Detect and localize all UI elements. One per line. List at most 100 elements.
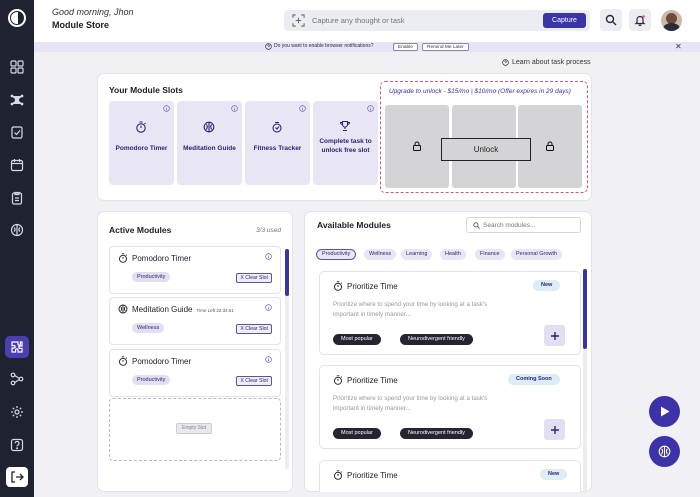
remind-later-button[interactable]: Remind Me Later xyxy=(422,43,469,51)
info-icon[interactable] xyxy=(299,105,306,112)
info-icon[interactable] xyxy=(265,304,272,311)
slot-label: Meditation Guide xyxy=(183,145,236,152)
filter-learning[interactable]: Learning xyxy=(401,249,433,260)
capture-frame-icon xyxy=(292,14,305,27)
module-slot[interactable]: Pomodoro Timer xyxy=(109,101,174,185)
capture-input[interactable] xyxy=(312,14,512,27)
module-store-icon[interactable] xyxy=(5,336,29,358)
trophy-icon xyxy=(339,120,351,132)
category-tag: Productivity xyxy=(132,272,171,282)
active-modules-scrollbar[interactable] xyxy=(285,249,289,469)
slot-label: Fitness Tracker xyxy=(253,145,302,152)
active-modules-card: Active Modules 3/3 used Pomodoro Timer P… xyxy=(97,211,293,492)
help-icon[interactable] xyxy=(9,437,25,453)
search-icon xyxy=(473,222,480,229)
available-modules-card: Available Modules Productivity Wellness … xyxy=(304,211,592,492)
notifications-button[interactable] xyxy=(629,9,651,31)
locked-slot xyxy=(385,105,449,188)
greeting-text: Good morning, Jhon xyxy=(52,7,134,17)
info-icon[interactable] xyxy=(265,356,272,363)
help-circle-icon xyxy=(502,59,509,66)
available-module-item[interactable]: Prioritize Time Coming Soon Prioritize w… xyxy=(319,365,581,449)
calendar-icon[interactable] xyxy=(9,157,25,173)
module-slot[interactable]: Meditation Guide xyxy=(177,101,242,185)
clipboard-icon[interactable] xyxy=(9,190,25,206)
module-search xyxy=(466,217,581,233)
plus-icon xyxy=(550,425,559,434)
info-icon[interactable] xyxy=(265,253,272,260)
assistant-button[interactable] xyxy=(649,436,680,467)
search-button[interactable] xyxy=(600,9,622,31)
info-icon[interactable] xyxy=(163,105,170,112)
filter-personal-growth[interactable]: Personal Growth xyxy=(511,249,562,260)
lock-icon xyxy=(413,141,421,151)
brain-icon[interactable] xyxy=(9,222,25,238)
search-icon xyxy=(605,14,617,26)
info-icon[interactable] xyxy=(231,105,238,112)
active-module-item[interactable]: Meditation Guide Time Left 22:34:51 Welln… xyxy=(109,297,281,345)
upgrade-panel: Upgrade to unlock - $15/mo | $10/mo (Off… xyxy=(380,81,588,193)
clear-slot-button[interactable]: X Clear Slot xyxy=(236,324,272,334)
clear-slot-button[interactable]: X Clear Slot xyxy=(236,273,272,283)
clear-slot-button[interactable]: X Clear Slot xyxy=(236,376,272,386)
quick-capture-bar: Capture xyxy=(284,10,590,31)
scroll-thumb[interactable] xyxy=(583,269,587,349)
feature-tag: Neurodivergent friendly xyxy=(400,334,473,345)
active-module-item[interactable]: Pomodoro Timer Productivity X Clear Slot xyxy=(109,246,281,294)
logout-icon[interactable] xyxy=(6,467,28,487)
module-name: Pomodoro Timer xyxy=(132,254,192,263)
network-icon[interactable] xyxy=(9,92,25,108)
add-module-button[interactable] xyxy=(544,419,565,440)
dashboard-icon[interactable] xyxy=(9,59,25,75)
category-tag: Wellness xyxy=(132,323,165,333)
available-modules-scrollbar[interactable] xyxy=(583,269,587,491)
learn-task-process-link[interactable]: Learn about task process xyxy=(512,59,591,66)
available-module-item[interactable]: Prioritize Time New Prioritize where to … xyxy=(319,271,581,355)
status-badge: New xyxy=(540,469,568,480)
unlock-button[interactable]: Unlock xyxy=(441,138,531,161)
lock-icon xyxy=(546,141,554,151)
notification-message: Do you want to enable browser notificati… xyxy=(274,43,374,49)
play-button[interactable] xyxy=(649,396,680,427)
category-tag: Productivity xyxy=(132,375,171,385)
slots-used-count: 3/3 used xyxy=(256,227,281,234)
filter-health[interactable]: Health xyxy=(440,249,466,260)
filter-wellness[interactable]: Wellness xyxy=(364,249,397,260)
status-badge: New xyxy=(533,280,561,291)
module-slot[interactable]: Fitness Tracker xyxy=(245,101,310,185)
time-left-text: Time Left 22:34:51 xyxy=(196,308,234,313)
module-name: Pomodoro Timer xyxy=(132,357,192,366)
search-modules-input[interactable] xyxy=(483,221,577,230)
app-logo-icon[interactable] xyxy=(8,9,26,27)
available-module-item[interactable]: Prioritize Time New xyxy=(319,460,581,492)
plus-icon xyxy=(550,331,559,340)
active-modules-title: Active Modules xyxy=(109,225,172,235)
empty-slot[interactable]: Empty Slot xyxy=(109,398,281,461)
scroll-thumb[interactable] xyxy=(285,249,289,296)
empty-slot-label: Empty Slot xyxy=(176,423,213,434)
enable-notifications-button[interactable]: Enable xyxy=(393,43,418,51)
page-title: Module Store xyxy=(52,20,110,30)
filter-productivity[interactable]: Productivity xyxy=(316,249,357,260)
meditation-icon xyxy=(203,121,215,133)
active-module-item[interactable]: Pomodoro Timer Productivity X Clear Slot xyxy=(109,349,281,397)
meditation-icon xyxy=(118,304,128,314)
user-avatar[interactable] xyxy=(661,10,682,31)
module-name: Prioritize Time xyxy=(347,376,398,385)
filter-finance[interactable]: Finance xyxy=(475,249,505,260)
module-slot[interactable]: Complete task to unlock free slot xyxy=(313,101,378,185)
status-badge: Coming Soon xyxy=(508,374,560,385)
close-icon[interactable]: ✕ xyxy=(675,42,682,52)
brain-icon xyxy=(658,445,671,458)
bell-icon xyxy=(634,15,646,26)
stopwatch-icon xyxy=(334,375,343,385)
fitness-icon xyxy=(272,121,282,133)
notification-permission-bar: Do you want to enable browser notificati… xyxy=(34,42,700,52)
info-icon[interactable] xyxy=(367,105,374,112)
task-clipboard-icon[interactable] xyxy=(9,124,25,140)
add-module-button[interactable] xyxy=(544,325,565,346)
workflow-icon[interactable] xyxy=(9,371,25,387)
available-modules-title: Available Modules xyxy=(317,220,391,230)
capture-button[interactable]: Capture xyxy=(543,13,586,28)
settings-gear-icon[interactable] xyxy=(9,404,25,420)
